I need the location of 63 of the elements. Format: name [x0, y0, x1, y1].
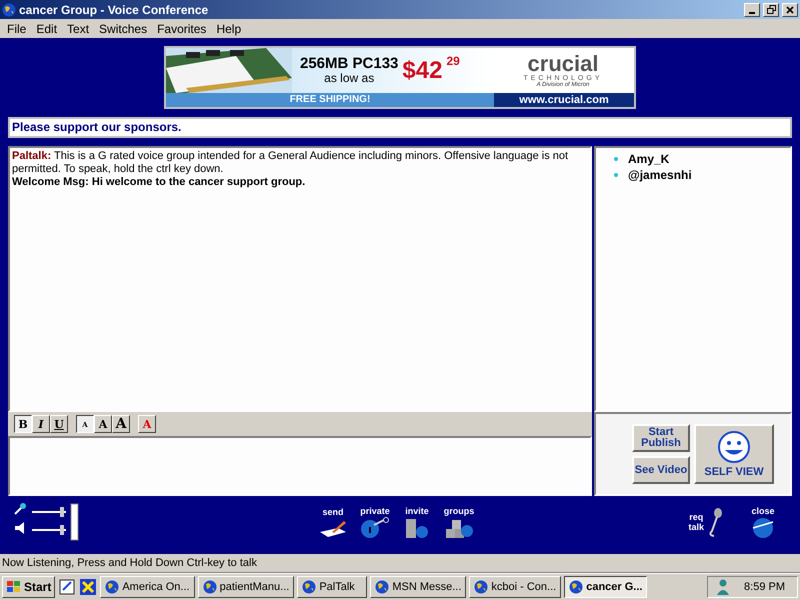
taskbar-button[interactable]: kcboi - Con... — [469, 576, 562, 598]
sponsor-bar: Please support our sponsors. — [8, 117, 792, 138]
restore-button[interactable] — [763, 2, 779, 16]
format-button[interactable]: I — [32, 415, 50, 433]
format-button[interactable]: U — [50, 415, 68, 433]
window-title: cancer Group - Voice Conference — [19, 2, 210, 16]
user-name[interactable]: Amy_K — [628, 152, 670, 166]
self-view-button[interactable]: SELF VIEW — [694, 424, 774, 484]
chat-message: Welcome Msg: Hi welcome to the cancer support group. — [12, 176, 306, 189]
close-button[interactable] — [782, 2, 798, 16]
video-button[interactable]: Start Publish — [632, 424, 690, 452]
app-icon — [105, 580, 120, 594]
clock: 8:59 PM — [744, 581, 785, 593]
key-icon — [360, 516, 390, 538]
close-room-button[interactable]: close — [742, 506, 784, 538]
minimize-icon — [749, 12, 755, 14]
globe-icon — [752, 516, 774, 538]
brand-logo: crucial — [528, 53, 598, 75]
format-button[interactable]: A — [94, 415, 112, 433]
toolbar-button[interactable]: private — [354, 506, 396, 538]
user-name[interactable]: @jamesnhi — [628, 168, 692, 182]
ad-price: $42 — [402, 56, 442, 84]
ad-url: www.crucial.com — [494, 93, 634, 107]
app-icon — [375, 580, 390, 594]
format-button[interactable]: A — [112, 415, 130, 433]
app-icon — [474, 580, 488, 594]
windows-logo-icon — [6, 580, 22, 594]
toolbar-button[interactable]: invite — [396, 506, 438, 538]
message-input[interactable] — [8, 436, 592, 496]
taskbar-button[interactable]: PalTalk — [297, 576, 368, 598]
menu-item[interactable]: File — [2, 22, 32, 36]
toolbar-button[interactable]: send — [312, 506, 354, 538]
door-icon — [404, 516, 430, 538]
person-icon[interactable] — [716, 579, 730, 595]
app-icon — [202, 580, 217, 594]
shipping-text: FREE SHIPPING! — [166, 93, 494, 107]
ad-headline: 256MB PC133 — [300, 56, 398, 72]
user-dot-icon — [614, 157, 618, 161]
app-icon — [2, 2, 16, 16]
menu-item[interactable]: Switches — [94, 22, 152, 36]
menu-item[interactable]: Edit — [31, 22, 62, 36]
video-button[interactable]: See Video — [632, 456, 690, 484]
menu-item[interactable]: Help — [211, 22, 246, 36]
chat-message: Paltalk: This is a G rated voice group intended for a General Audience including minors. Offensive language is not permitted. To speak, hold the ctrl key down. — [12, 150, 570, 176]
toolbar-button[interactable]: groups — [438, 506, 480, 538]
app-icon — [302, 580, 316, 594]
restore-icon — [766, 5, 776, 14]
notepad-icon[interactable] — [58, 578, 76, 596]
taskbar-button[interactable]: America On... — [100, 576, 195, 598]
ad-cents: 29 — [446, 54, 460, 68]
menu-item[interactable]: Text — [62, 22, 94, 36]
request-talk-button[interactable]: req talk — [688, 507, 724, 537]
ad-subline: as low as — [324, 72, 374, 85]
start-button[interactable]: Start — [2, 576, 56, 598]
user-dot-icon — [614, 173, 618, 177]
menu-item[interactable]: Favorites — [152, 22, 212, 36]
taskbar-button[interactable]: patientManu... — [198, 576, 294, 598]
format-button[interactable]: B — [14, 415, 32, 433]
taskbar-button[interactable]: MSN Messe... — [370, 576, 466, 598]
taskbar-button[interactable]: cancer G... — [564, 576, 648, 598]
minimize-button[interactable] — [744, 2, 760, 16]
app-icon — [569, 580, 584, 594]
close-icon — [786, 6, 794, 14]
